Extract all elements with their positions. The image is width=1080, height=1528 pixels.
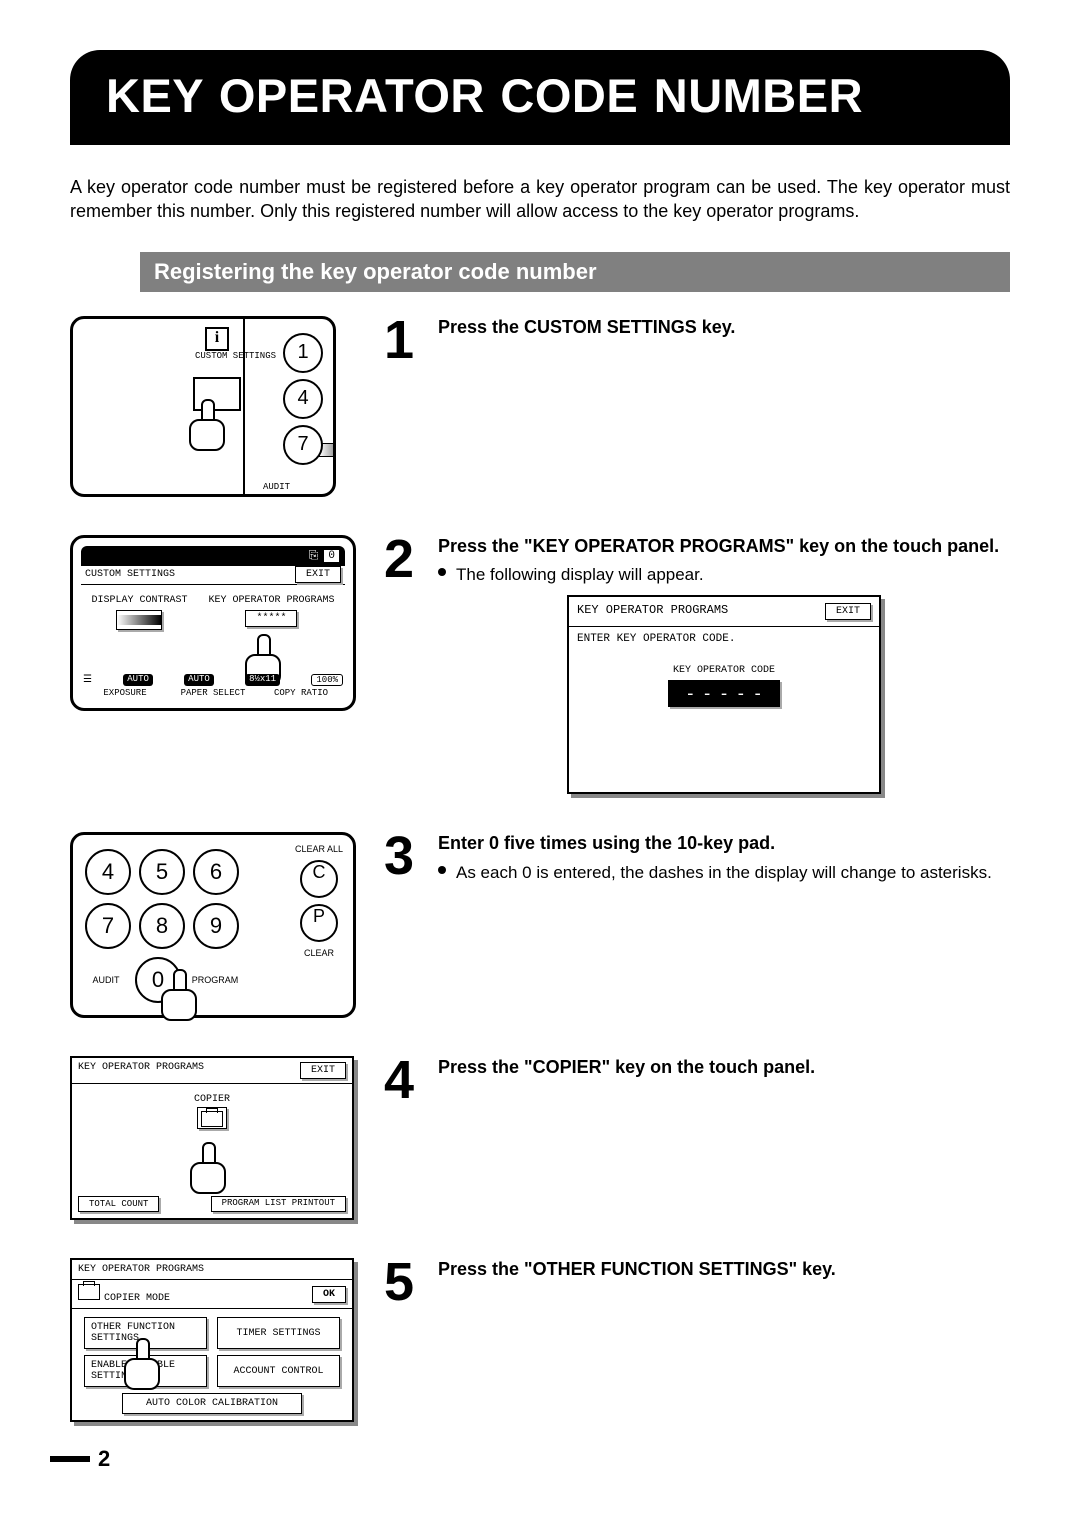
program-key[interactable]: P <box>300 904 338 942</box>
key-operator-programs-label: KEY OPERATOR PROGRAMS <box>208 595 334 606</box>
keypad-4[interactable]: 4 <box>85 849 131 895</box>
toolbar-icon: ☰ <box>83 674 92 686</box>
custom-settings-heading: CUSTOM SETTINGS <box>85 569 175 580</box>
exposure-label: EXPOSURE <box>83 688 167 698</box>
step2-detail: The following display will appear. <box>456 565 704 585</box>
kop-header: KEY OPERATOR PROGRAMS <box>78 1062 204 1079</box>
audit-label: AUDIT <box>81 975 131 985</box>
step3-title: Enter 0 five times using the 10-key pad. <box>438 832 1010 855</box>
step-number-2: 2 <box>384 535 428 584</box>
diagram-keypad-step3: 4 5 6 7 8 9 AUDIT 0 PROGRAM <box>70 832 356 1018</box>
page-number: 2 <box>50 1446 1010 1472</box>
display-contrast-label: DISPLAY CONTRAST <box>91 595 187 606</box>
step-number-4: 4 <box>384 1056 428 1105</box>
section-heading: Registering the key operator code number <box>140 252 1010 292</box>
copy-icon: ⎘ <box>309 549 319 563</box>
step-number-1: 1 <box>384 316 428 365</box>
bullet-icon <box>438 568 446 576</box>
copier-mode-label: COPIER MODE <box>104 1293 170 1304</box>
keypad-1[interactable]: 1 <box>283 333 323 373</box>
timer-settings-button[interactable]: TIMER SETTINGS <box>217 1317 340 1349</box>
diagram-touchpanel-step5: KEY OPERATOR PROGRAMS COPIER MODE OK OTH… <box>70 1258 354 1422</box>
count-display: 0 <box>324 550 339 562</box>
step-number-5: 5 <box>384 1258 428 1307</box>
auto-pill-2: AUTO <box>184 674 214 686</box>
page-title: KEY OPERATOR CODE NUMBER <box>70 50 1010 145</box>
key-operator-programs-button[interactable]: ***** <box>245 610 297 627</box>
ratio-value: 100% <box>311 674 343 686</box>
clear-all-label: CLEAR ALL <box>295 845 343 854</box>
copier-label: COPIER <box>72 1094 352 1105</box>
keypad-4[interactable]: 4 <box>283 379 323 419</box>
diagram-touchpanel-step4: KEY OPERATOR PROGRAMS EXIT COPIER TOTAL … <box>70 1056 354 1220</box>
custom-settings-label: CUSTOM SETTINGS <box>195 351 276 361</box>
auto-color-calibration-button[interactable]: AUTO COLOR CALIBRATION <box>122 1393 302 1414</box>
keypad-8[interactable]: 8 <box>139 903 185 949</box>
step4-title: Press the "COPIER" key on the touch pane… <box>438 1056 1010 1079</box>
kop-header: KEY OPERATOR PROGRAMS <box>577 603 728 620</box>
hand-cursor-icon <box>124 1338 158 1390</box>
diagram-panel-step1: i CUSTOM SETTINGS 1 4 7 AUDIT <box>70 316 336 497</box>
diagram-touchpanel-step2: ⎘ 0 CUSTOM SETTINGS EXIT DISPLAY CONTRAS… <box>70 535 356 711</box>
hand-cursor-icon <box>161 969 195 1021</box>
copier-key[interactable] <box>197 1107 227 1129</box>
keypad-7[interactable]: 7 <box>85 903 131 949</box>
kop-code-value: ----- <box>668 680 780 707</box>
step-number-3: 3 <box>384 832 428 881</box>
exit-button[interactable]: EXIT <box>300 1062 346 1079</box>
hand-cursor-icon <box>189 399 223 451</box>
bullet-icon <box>438 866 446 874</box>
display-key-operator-code: KEY OPERATOR PROGRAMS EXIT ENTER KEY OPE… <box>567 595 881 794</box>
exit-button[interactable]: EXIT <box>295 566 341 583</box>
info-icon: i <box>205 327 229 351</box>
intro-paragraph: A key operator code number must be regis… <box>70 175 1010 224</box>
clear-label: CLEAR <box>295 948 343 958</box>
copy-ratio-label: COPY RATIO <box>259 688 343 698</box>
keypad-9[interactable]: 9 <box>193 903 239 949</box>
exit-button[interactable]: EXIT <box>825 603 871 620</box>
paper-size: 8½x11 <box>245 674 280 686</box>
clear-key[interactable]: C <box>300 860 338 898</box>
paper-select-label: PAPER SELECT <box>171 688 255 698</box>
keypad-5[interactable]: 5 <box>139 849 185 895</box>
keypad-6[interactable]: 6 <box>193 849 239 895</box>
step5-title: Press the "OTHER FUNCTION SETTINGS" key. <box>438 1258 1010 1281</box>
keypad-7[interactable]: 7 <box>283 425 323 465</box>
account-control-button[interactable]: ACCOUNT CONTROL <box>217 1355 340 1387</box>
step1-title: Press the CUSTOM SETTINGS key. <box>438 316 1010 339</box>
audit-label: AUDIT <box>263 482 290 492</box>
hand-cursor-icon <box>190 1142 224 1194</box>
kop-code-label: KEY OPERATOR CODE <box>569 665 879 676</box>
auto-pill: AUTO <box>123 674 153 686</box>
kop-prompt: ENTER KEY OPERATOR CODE. <box>569 627 879 651</box>
step2-title: Press the "KEY OPERATOR PROGRAMS" key on… <box>438 535 1010 558</box>
program-list-printout-button[interactable]: PROGRAM LIST PRINTOUT <box>211 1196 346 1212</box>
step3-detail: As each 0 is entered, the dashes in the … <box>456 863 992 883</box>
copier-icon <box>78 1284 100 1300</box>
total-count-button[interactable]: TOTAL COUNT <box>78 1196 159 1212</box>
kop-header: KEY OPERATOR PROGRAMS <box>78 1264 204 1275</box>
ok-button[interactable]: OK <box>312 1286 346 1303</box>
